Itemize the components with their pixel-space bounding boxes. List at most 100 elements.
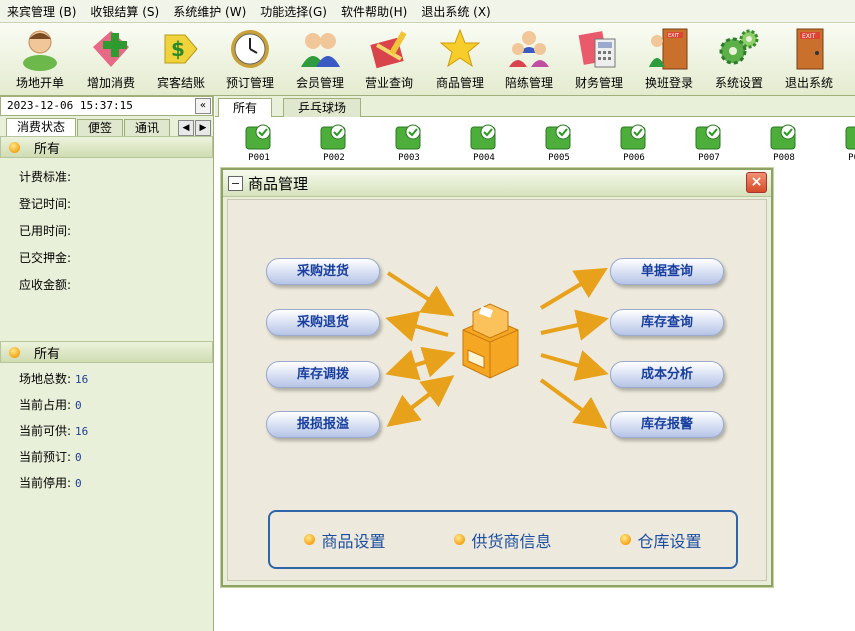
venue-code: P002: [323, 153, 345, 163]
left-panel: 2023-12-06 15:37:15 « 消费状态 便签 通讯 ◀ ▶ 所有 …: [0, 96, 214, 631]
arrow-to-documents: [539, 267, 608, 310]
calculator-icon: [577, 27, 621, 71]
toolbar-coach-button[interactable]: 陪练管理: [494, 25, 564, 93]
stat-occupied: 当前占用: 0: [19, 398, 82, 412]
toolbar-shift-login-button[interactable]: EXIT 换班登录: [634, 25, 704, 93]
venue-code: P009: [848, 153, 855, 163]
tab-notes[interactable]: 便签: [77, 119, 124, 136]
toolbar-checkout-button[interactable]: $ 宾客结账: [146, 25, 216, 93]
group-icon: [507, 27, 551, 71]
venue-item[interactable]: P009: [836, 123, 855, 163]
venue-item[interactable]: P003: [386, 123, 432, 163]
dialog-body: 采购进货 采购退货 库存调拨 报损报溢 单据查询 库存查询 成本分析 库存报警 …: [227, 199, 767, 581]
venue-code: P003: [398, 153, 420, 163]
members-icon: [298, 27, 342, 71]
menu-help[interactable]: 软件帮助(H): [334, 3, 414, 20]
warehouse-boxes-icon: [462, 303, 519, 379]
venue-available-icon: [319, 123, 349, 151]
stock-transfer-button[interactable]: 库存调拨: [266, 361, 380, 388]
warehouse-settings-link[interactable]: 仓库设置: [620, 528, 702, 552]
venue-available-icon: [469, 123, 499, 151]
venue-code: P005: [548, 153, 570, 163]
field-receivable: 应收金额:: [19, 278, 72, 292]
venue-available-icon: [769, 123, 799, 151]
venue-item[interactable]: P007: [686, 123, 732, 163]
venue-item[interactable]: P001: [236, 123, 282, 163]
collapse-panel-button[interactable]: «: [195, 98, 211, 114]
goods-management-dialog: 商品管理 × 采购进货 采购退货 库存调拨 报损报溢 单据查询 库存查询 成本分…: [221, 168, 773, 587]
bullet-icon: [454, 534, 466, 545]
venue-item[interactable]: P002: [311, 123, 357, 163]
person-icon: [18, 27, 62, 71]
venue-available-icon: [844, 123, 855, 151]
venue-available-icon: [394, 123, 424, 151]
dialog-titlebar[interactable]: 商品管理 ×: [223, 170, 771, 197]
toolbar-goods-button[interactable]: 商品管理: [425, 25, 495, 93]
loss-overflow-button[interactable]: 报损报溢: [266, 411, 380, 438]
supplier-info-link[interactable]: 供货商信息: [454, 528, 552, 552]
tab-all-venues[interactable]: 所有: [218, 98, 272, 117]
toolbar-booking-button[interactable]: 预订管理: [215, 25, 285, 93]
venue-code: P001: [248, 153, 270, 163]
menu-guest[interactable]: 来宾管理 (B): [0, 3, 83, 20]
stock-query-button[interactable]: 库存查询: [610, 309, 724, 336]
stat-booked: 当前预订: 0: [19, 450, 82, 464]
section-header-venues[interactable]: 所有: [0, 341, 213, 363]
toolbar-finance-button[interactable]: 财务管理: [564, 25, 634, 93]
venue-available-icon: [694, 123, 724, 151]
menu-cashier[interactable]: 收银结算 (S): [83, 3, 166, 20]
venue-code: P004: [473, 153, 495, 163]
dollar-checkout-icon: $: [159, 27, 203, 71]
section-dot-icon: [9, 346, 20, 358]
gift-query-icon: [367, 27, 411, 71]
toolbar-business-query-button[interactable]: 营业查询: [354, 25, 424, 93]
tab-consumption-status[interactable]: 消费状态: [6, 118, 77, 136]
cost-analysis-button[interactable]: 成本分析: [610, 361, 724, 388]
stock-alarm-button[interactable]: 库存报警: [610, 411, 724, 438]
tab-scroll-right-icon[interactable]: ▶: [195, 120, 211, 136]
add-consumption-icon: [89, 27, 133, 71]
menu-bar: 来宾管理 (B) 收银结算 (S) 系统维护 (W) 功能选择(G) 软件帮助(…: [0, 0, 855, 23]
toolbar-members-button[interactable]: 会员管理: [285, 25, 355, 93]
venue-available-icon: [544, 123, 574, 151]
dialog-title: 商品管理: [248, 174, 309, 193]
toolbar-settings-button[interactable]: 系统设置: [704, 25, 774, 93]
menu-function[interactable]: 功能选择(G): [253, 3, 334, 20]
datetime-text: 2023-12-06 15:37:15: [7, 99, 133, 112]
purchase-return-button[interactable]: 采购退货: [266, 309, 380, 336]
clock-icon: [228, 27, 272, 71]
datetime-display: 2023-12-06 15:37:15 «: [0, 96, 213, 116]
tab-scroll-left-icon[interactable]: ◀: [178, 120, 194, 136]
field-deposit: 已交押金:: [19, 251, 72, 265]
bullet-icon: [620, 534, 632, 545]
bullet-icon: [304, 534, 316, 545]
close-button[interactable]: ×: [746, 172, 767, 193]
toolbar-exit-button[interactable]: EXIT 退出系统: [774, 25, 844, 93]
venue-item[interactable]: P005: [536, 123, 582, 163]
arrow-in-transfer: [392, 346, 456, 378]
goods-settings-link[interactable]: 商品设置: [304, 528, 386, 552]
stat-total: 场地总数: 16: [19, 372, 89, 386]
tab-pingpong[interactable]: 乒乓球场: [283, 98, 361, 117]
venue-item[interactable]: P008: [761, 123, 807, 163]
field-used-time: 已用时间:: [19, 224, 72, 238]
venue-item[interactable]: P004: [461, 123, 507, 163]
toolbar-open-venue-button[interactable]: 场地开单: [5, 25, 75, 93]
arrow-to-stock: [540, 309, 609, 341]
toolbar-add-consumption-button[interactable]: 增加消费: [76, 25, 146, 93]
venue-item[interactable]: P006: [611, 123, 657, 163]
billing-fields: 计费标准: 登记时间: 已用时间: 已交押金: 应收金额:: [0, 158, 213, 341]
star-icon: [438, 27, 482, 71]
purchase-in-button[interactable]: 采购进货: [266, 258, 380, 285]
document-query-button[interactable]: 单据查询: [610, 258, 724, 285]
minimize-icon[interactable]: [228, 175, 243, 191]
tab-contacts[interactable]: 通讯: [124, 119, 171, 136]
svg-text:EXIT: EXIT: [668, 33, 680, 39]
section-header-billing[interactable]: 所有: [0, 136, 213, 158]
exit-door-icon: EXIT: [787, 27, 831, 71]
svg-text:EXIT: EXIT: [802, 33, 816, 40]
venue-stats: 场地总数: 16 当前占用: 0 当前可供: 16 当前预订: 0 当前停用: 0: [0, 363, 213, 496]
menu-exit[interactable]: 退出系统 (X): [414, 3, 497, 20]
menu-maintenance[interactable]: 系统维护 (W): [166, 3, 253, 20]
section-dot-icon: [9, 141, 20, 153]
